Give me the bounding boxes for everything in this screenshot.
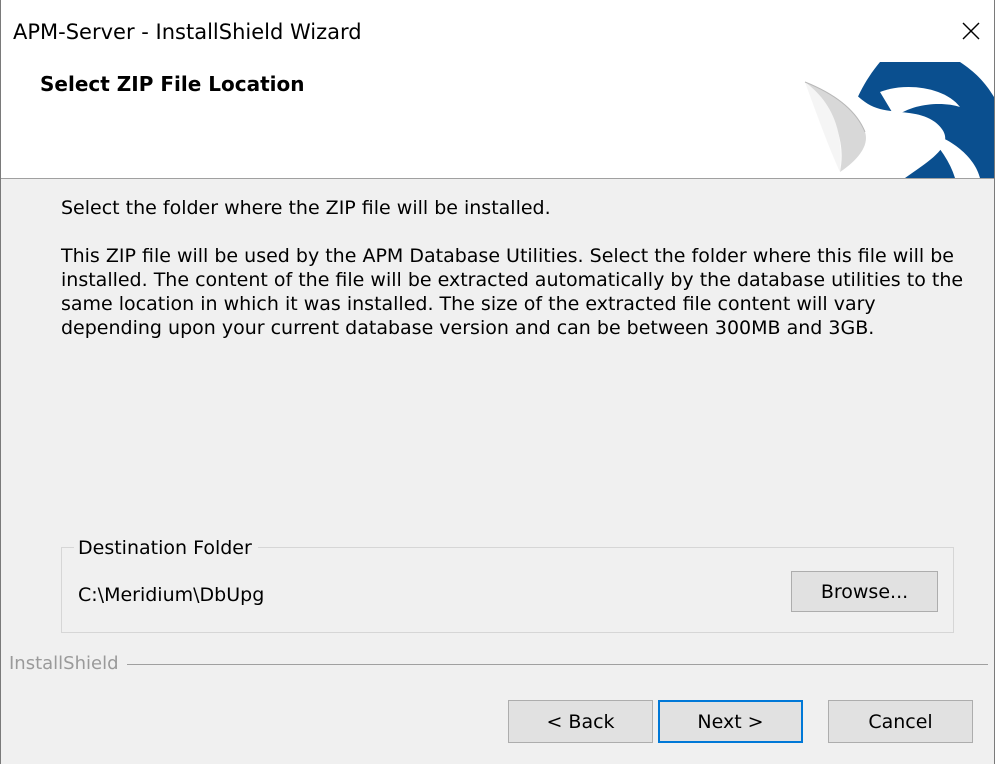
wizard-header-banner: Select ZIP File Location (1, 62, 994, 179)
close-button[interactable] (948, 0, 994, 62)
installshield-brand-label: InstallShield (9, 652, 127, 676)
separator-rule (9, 664, 988, 665)
back-button[interactable]: < Back (508, 700, 653, 743)
window-title: APM-Server - InstallShield Wizard (13, 20, 362, 44)
installshield-separator: InstallShield (1, 652, 994, 676)
cancel-button[interactable]: Cancel (828, 700, 973, 743)
browse-button[interactable]: Browse... (791, 571, 938, 612)
destination-folder-legend: Destination Folder (74, 536, 258, 560)
intro-text: Select the folder where the ZIP file wil… (61, 197, 551, 219)
installshield-wizard-window: APM-Server - InstallShield Wizard Select… (0, 0, 995, 764)
title-bar: APM-Server - InstallShield Wizard (1, 0, 994, 62)
next-button[interactable]: Next > (658, 700, 803, 743)
description-text: This ZIP file will be used by the APM Da… (61, 245, 964, 339)
installshield-logo-icon (785, 62, 994, 178)
page-title: Select ZIP File Location (40, 72, 305, 96)
close-icon (962, 22, 980, 40)
destination-path: C:\Meridium\DbUpg (78, 584, 265, 606)
